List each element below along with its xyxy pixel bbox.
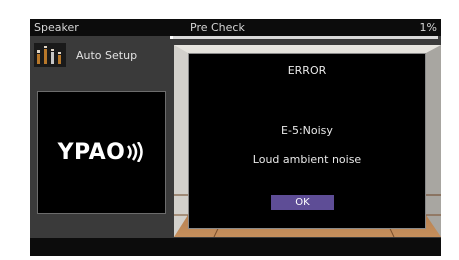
bottom-bar <box>30 238 441 256</box>
auto-setup-label: Auto Setup <box>76 49 138 62</box>
ypao-logo: YPAO <box>38 140 165 165</box>
error-code: E-5:Noisy <box>281 124 333 137</box>
error-message: Loud ambient noise <box>252 153 362 166</box>
ok-button[interactable]: OK <box>271 195 334 210</box>
ypao-logo-panel: YPAO <box>37 91 166 214</box>
top-bar: Speaker Pre Check 1% <box>30 19 441 36</box>
dialog-title: ERROR <box>287 64 327 77</box>
error-dialog: ERROR E-5:Noisy Loud ambient noise OK <box>188 53 426 229</box>
speaker-levels-icon <box>34 43 66 67</box>
ypao-logo-text: YPAO <box>57 140 126 165</box>
progress-percent: 1% <box>419 21 437 34</box>
progress-fill <box>170 36 173 39</box>
sound-waves-icon <box>127 141 144 163</box>
progress-bar <box>170 36 438 39</box>
setup-screen: Speaker Pre Check 1% Auto Setup YPAO ERR… <box>30 19 441 256</box>
section-title: Speaker <box>34 21 79 34</box>
step-title: Pre Check <box>190 21 245 34</box>
